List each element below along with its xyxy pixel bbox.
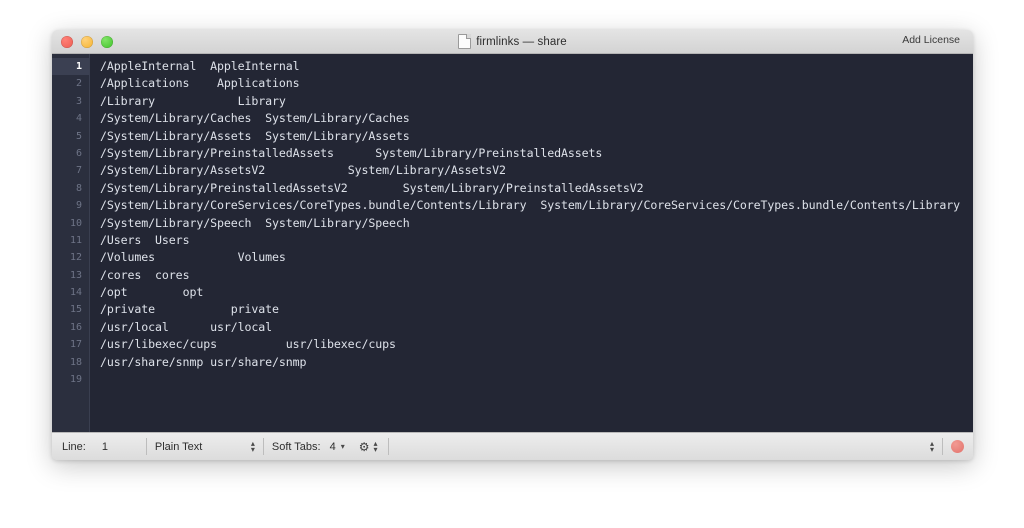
- code-line[interactable]: /Library Library: [100, 93, 973, 110]
- gutter-line-number: 14: [69, 287, 82, 299]
- stepper-down-icon: ▾: [250, 444, 255, 454]
- settings-stepper-icon[interactable]: ▴ ▾: [373, 439, 378, 454]
- traffic-light-group: [61, 35, 113, 48]
- gutter-line-number: 16: [69, 321, 82, 333]
- gutter-line-number: 1: [52, 58, 89, 76]
- gutter-line-number: 2: [75, 78, 82, 90]
- syntax-mode-value: Plain Text: [154, 440, 203, 453]
- gutter-line-number: 9: [75, 200, 82, 212]
- line-number-value: 1: [101, 440, 108, 453]
- soft-tabs-value: 4: [329, 440, 336, 453]
- gutter-line-number: 11: [69, 234, 82, 246]
- gutter-line-number: 5: [75, 130, 82, 142]
- status-divider-3: [387, 438, 389, 455]
- gutter-line-number: 12: [69, 252, 82, 264]
- gutter-line-number: 18: [69, 356, 82, 368]
- code-line[interactable]: /usr/share/snmp usr/share/snmp: [100, 354, 973, 371]
- code-line[interactable]: /Applications Applications: [100, 75, 973, 92]
- code-line[interactable]: /opt opt: [100, 284, 973, 301]
- add-license-button[interactable]: Add License: [898, 33, 964, 47]
- gutter-line-number: 8: [75, 182, 82, 194]
- status-divider-4: [942, 438, 943, 455]
- stepper-down-icon: ▾: [929, 444, 934, 454]
- window-titlebar[interactable]: firmlinks — share Add License: [52, 30, 973, 54]
- syntax-stepper-icon[interactable]: ▴ ▾: [250, 439, 255, 454]
- gutter-line-number: 6: [75, 147, 82, 159]
- gutter-line-number: 15: [69, 304, 82, 316]
- code-line[interactable]: /System/Library/CoreServices/CoreTypes.b…: [100, 197, 973, 214]
- soft-tabs-label: Soft Tabs:: [271, 440, 321, 453]
- window-title: firmlinks — share: [476, 35, 567, 48]
- line-number-gutter: 1 2 3 4 5 6 7 8 9 10 11 12 13 14 15 16 17 18 19: [52, 54, 90, 432]
- chevron-down-icon[interactable]: ▾: [341, 442, 345, 451]
- code-line[interactable]: [100, 371, 973, 388]
- code-line[interactable]: /System/Library/PreinstalledAssets Syste…: [100, 145, 973, 162]
- record-dot-icon[interactable]: [951, 440, 964, 453]
- status-bar: Line: 1 Plain Text ▴ ▾ Soft Tabs: 4 ▾ ⚙ …: [52, 432, 973, 460]
- code-text-area[interactable]: /AppleInternal AppleInternal/Application…: [90, 54, 973, 432]
- stepper-down-icon: ▾: [373, 444, 378, 454]
- code-line[interactable]: /cores cores: [100, 267, 973, 284]
- gutter-line-number: 3: [75, 95, 82, 107]
- code-line[interactable]: /System/Library/Assets System/Library/As…: [100, 128, 973, 145]
- code-line[interactable]: /usr/local usr/local: [100, 319, 973, 336]
- code-line[interactable]: /Users Users: [100, 232, 973, 249]
- gutter-line-number: 17: [69, 339, 82, 351]
- code-line[interactable]: /System/Library/Caches System/Library/Ca…: [100, 110, 973, 127]
- zoom-button[interactable]: [101, 35, 113, 48]
- code-line[interactable]: /AppleInternal AppleInternal: [100, 58, 973, 75]
- soft-tabs-control[interactable]: Soft Tabs: 4 ▾: [264, 433, 353, 460]
- code-line[interactable]: /System/Library/Speech System/Library/Sp…: [100, 215, 973, 232]
- gear-icon[interactable]: ⚙: [359, 441, 370, 453]
- status-bar-right-group: ▴ ▾: [926, 433, 973, 460]
- gutter-line-number: 13: [69, 269, 82, 281]
- settings-control[interactable]: ⚙ ▴ ▾: [353, 433, 380, 460]
- minimize-button[interactable]: [81, 35, 93, 48]
- window-title-group: firmlinks — share: [52, 30, 973, 53]
- gutter-line-number: 7: [75, 165, 82, 177]
- code-line[interactable]: /usr/libexec/cups usr/libexec/cups: [100, 336, 973, 353]
- gutter-line-number: 10: [69, 217, 82, 229]
- code-line[interactable]: /System/Library/AssetsV2 System/Library/…: [100, 162, 973, 179]
- code-line[interactable]: /System/Library/PreinstalledAssetsV2 Sys…: [100, 180, 973, 197]
- code-line[interactable]: /private private: [100, 301, 973, 318]
- syntax-mode-selector[interactable]: Plain Text ▴ ▾: [147, 433, 263, 460]
- code-editor[interactable]: 1 2 3 4 5 6 7 8 9 10 11 12 13 14 15 16 17 18 19 /AppleInte…: [52, 54, 973, 432]
- right-stepper-icon[interactable]: ▴ ▾: [929, 439, 934, 454]
- line-label: Line:: [62, 440, 86, 453]
- document-icon: [458, 34, 472, 49]
- gutter-line-number: 4: [75, 113, 82, 125]
- code-line[interactable]: /Volumes Volumes: [100, 249, 973, 266]
- close-button[interactable]: [61, 35, 73, 48]
- editor-window: firmlinks — share Add License 1234567891…: [52, 30, 973, 460]
- gutter-line-number: 19: [69, 374, 82, 386]
